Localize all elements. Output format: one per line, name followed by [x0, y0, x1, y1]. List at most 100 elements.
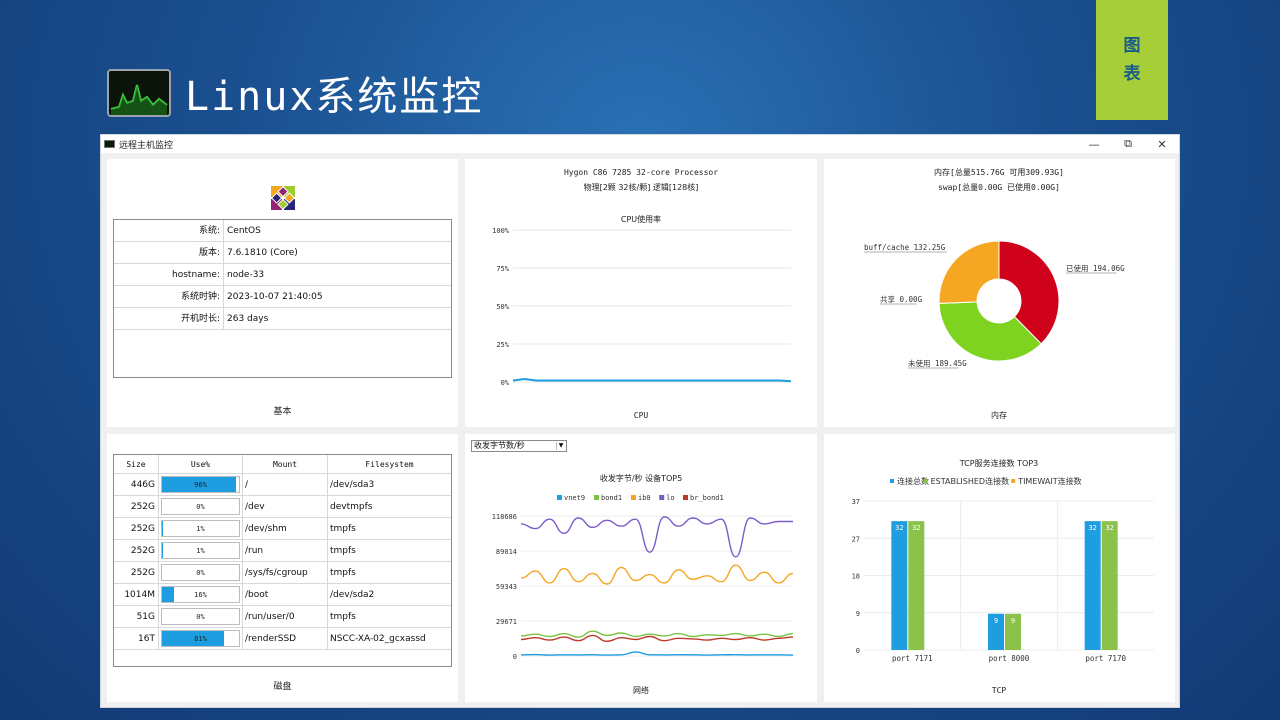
disk-row[interactable]: 252G 1% /run tmpfs — [114, 540, 451, 562]
bar-value-label: 32 — [912, 524, 920, 532]
pie-slice — [938, 240, 1000, 304]
disk-row[interactable]: 252G 1% /dev/shm tmpfs — [114, 518, 451, 540]
restore-button[interactable]: ⧉ — [1111, 135, 1145, 153]
cpu-chart-title: CPU使用率 — [621, 214, 661, 224]
disk-size: 51G — [114, 606, 159, 627]
monitor-window: 远程主机监控 — ⧉ ✕ 系统: CentOS 版本: 7.6.1810 (Co… — [100, 134, 1180, 708]
col-mount-header[interactable]: Mount — [243, 455, 328, 473]
pie-label: 未使用 189.45G — [908, 358, 967, 368]
net-series-vnet9 — [520, 651, 794, 656]
disk-table-header: Size Use% Mount Filesystem — [114, 455, 451, 474]
y-tick-label: 0% — [501, 379, 510, 387]
y-tick-label: 118686 — [492, 513, 517, 521]
chevron-down-icon[interactable]: ▼ — [556, 442, 565, 450]
disk-use-cell: 0% — [159, 562, 243, 583]
disk-use-cell: 1% — [159, 540, 243, 561]
network-panel: 收发字节数/秒 ▼ 收发字节/秒 设备TOP5 vnet9 bond1 ib0 lo b… — [465, 434, 817, 702]
tcp-bar — [891, 521, 908, 650]
disk-row[interactable]: 1014M 16% /boot/dev/sda2 — [114, 584, 451, 606]
disk-row[interactable]: 16T 81% /renderSSD NSCC-XA-02_gcxassd — [114, 628, 451, 650]
legend-swatch — [631, 495, 636, 500]
y-tick-label: 0 — [513, 653, 517, 661]
y-tick-label: 9 — [856, 610, 860, 618]
memory-total-text: 内存[总量515.76G 可用309.93G] — [934, 167, 1064, 177]
minimize-button[interactable]: — — [1077, 135, 1111, 153]
disk-use-bar: 81% — [161, 630, 240, 647]
disk-filesystem: tmpfs — [330, 612, 356, 622]
info-label: 开机时长: — [114, 308, 224, 329]
disk-mount: /run/user/0 — [243, 606, 328, 627]
disk-use-bar: 96% — [161, 476, 240, 493]
disk-use-cell: 96% — [159, 474, 243, 495]
disk-use-bar: 1% — [161, 520, 240, 537]
legend-swatch — [557, 495, 562, 500]
tcp-bar — [1084, 521, 1101, 650]
disk-filesystem: /dev/sda3 — [330, 480, 375, 490]
y-tick-label: 18 — [852, 573, 860, 581]
legend-label: ESTABLISHED连接数 — [931, 476, 1009, 486]
x-tick-label: port 7170 — [1085, 654, 1126, 663]
legend-label: ib0 — [638, 494, 651, 502]
pie-label: 已使用 194.06G — [1066, 263, 1125, 273]
system-monitor-logo-icon — [107, 69, 171, 117]
memory-footer-label: 内存 — [991, 410, 1007, 420]
bar-value-label: 9 — [994, 617, 998, 625]
network-metric-select[interactable]: 收发字节数/秒 ▼ — [471, 440, 567, 452]
info-value: node-33 — [227, 270, 265, 280]
swap-text: swap[总量0.00G 已使用0.00G] — [938, 182, 1060, 192]
disk-use-cell: 16% — [159, 584, 243, 605]
y-tick-label: 59343 — [496, 583, 517, 591]
network-footer-label: 网络 — [633, 685, 649, 695]
cpu-cores-text: 物理[2颗 32核/颗] 逻辑[128核] — [584, 182, 699, 192]
disk-footer-label: 磁盘 — [273, 682, 292, 692]
disk-use-text: 81% — [194, 635, 207, 643]
cpu-panel: Hygon C86 7285 32-core Processor 物理[2颗 3… — [465, 159, 817, 427]
col-use-header[interactable]: Use% — [159, 455, 243, 473]
y-tick-label: 29671 — [496, 618, 517, 626]
legend-swatch — [890, 479, 894, 483]
tag-line-1: 图 — [1123, 36, 1141, 56]
disk-mount: /dev — [243, 496, 328, 517]
disk-mount: / — [243, 474, 328, 495]
disk-size: 252G — [114, 562, 159, 583]
disk-mount: /boot — [243, 584, 328, 605]
cpu-usage-line — [512, 377, 792, 383]
disk-mount: /renderSSD — [243, 628, 328, 649]
disk-mount: /sys/fs/cgroup — [243, 562, 328, 583]
y-tick-label: 25% — [496, 341, 509, 349]
disk-filesystem: devtmpfs — [330, 502, 373, 512]
disk-filesystem: /dev/sda2 — [330, 590, 375, 600]
close-button[interactable]: ✕ — [1145, 135, 1179, 153]
y-tick-label: 37 — [852, 498, 860, 506]
disk-row[interactable]: 446G 96% //dev/sda3 — [114, 474, 451, 496]
disk-use-text: 1% — [196, 547, 205, 555]
y-tick-label: 75% — [496, 265, 509, 273]
info-label: 版本: — [114, 242, 224, 263]
disk-filesystem: tmpfs — [330, 524, 356, 534]
memory-chart: 内存[总量515.76G 可用309.93G] swap[总量0.00G 已使用… — [864, 167, 1125, 420]
tcp-panel: TCP服务连接数 TOP3 连接总数 ESTABLISHED连接数 TIMEWAIT… — [824, 434, 1175, 702]
col-fs-header[interactable]: Filesystem — [328, 455, 451, 473]
disk-use-text: 1% — [196, 525, 205, 533]
tcp-footer-label: TCP — [992, 686, 1007, 695]
disk-row[interactable]: 252G 0% /dev devtmpfs — [114, 496, 451, 518]
disk-use-text: 0% — [196, 503, 205, 511]
basic-panel: 系统: CentOS 版本: 7.6.1810 (Core) hostname:… — [107, 159, 458, 427]
y-tick-label: 27 — [852, 535, 860, 543]
window-titlebar[interactable]: 远程主机监控 — ⧉ ✕ — [101, 135, 1179, 153]
tcp-chart: TCP服务连接数 TOP3 连接总数 ESTABLISHED连接数 TIMEWAIT… — [852, 458, 1154, 695]
info-row: 版本: 7.6.1810 (Core) — [114, 242, 451, 264]
disk-size: 1014M — [114, 584, 159, 605]
y-tick-label: 89014 — [496, 548, 517, 556]
disk-size: 252G — [114, 518, 159, 539]
app-icon — [104, 140, 115, 148]
memory-panel: 内存[总量515.76G 可用309.93G] swap[总量0.00G 已使用… — [824, 159, 1175, 427]
y-tick-label: 50% — [496, 303, 509, 311]
disk-row[interactable]: 252G 0% /sys/fs/cgroup tmpfs — [114, 562, 451, 584]
col-size-header[interactable]: Size — [114, 455, 159, 473]
info-row: 系统时钟: 2023-10-07 21:40:05 — [114, 286, 451, 308]
legend-label: vnet9 — [564, 494, 585, 502]
disk-row[interactable]: 51G 0% /run/user/0 tmpfs — [114, 606, 451, 628]
disk-use-cell: 0% — [159, 496, 243, 517]
centos-logo-icon — [265, 180, 301, 220]
